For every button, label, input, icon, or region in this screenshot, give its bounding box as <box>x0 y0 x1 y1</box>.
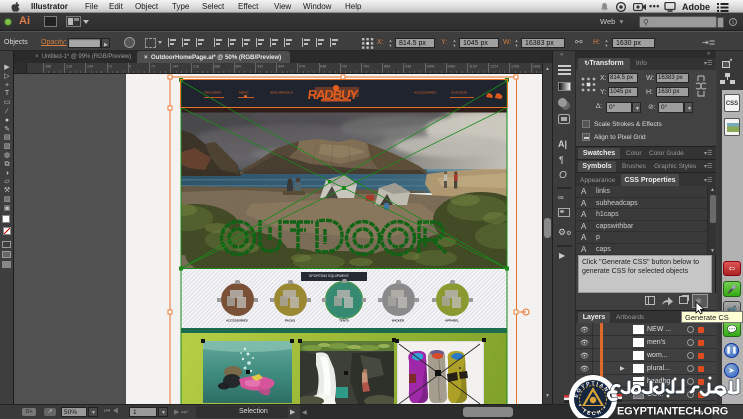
svg-text:EGYPTIANTECH.ORG: EGYPTIANTECH.ORG <box>617 406 728 418</box>
